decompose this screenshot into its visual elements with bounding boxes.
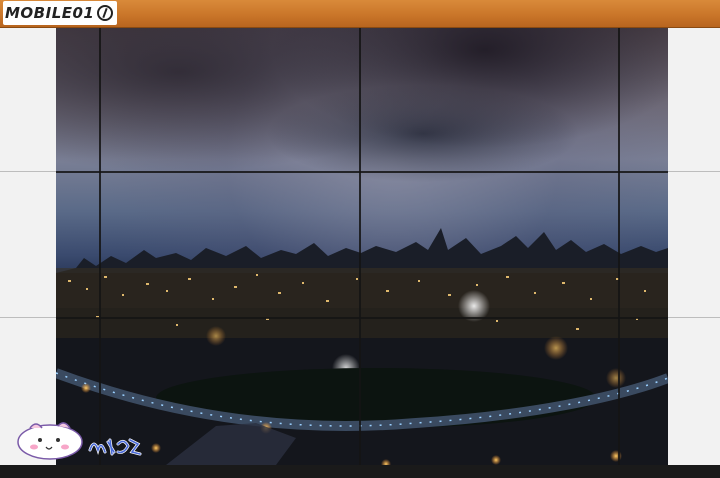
video-wall-screen — [56, 28, 668, 465]
logo-text: MOBILE01 — [5, 4, 95, 22]
photo — [0, 28, 720, 465]
mobile01-logo: MOBILE01 — [3, 1, 118, 25]
screen-bezel — [359, 28, 361, 465]
screen-bezel — [99, 28, 101, 465]
wall-left — [0, 28, 56, 465]
screen-bezel — [56, 171, 668, 173]
wall-seam — [668, 171, 720, 172]
wall-right — [668, 28, 720, 465]
photo-frame: MOBILE01 — [0, 0, 720, 478]
night-sky-clouds — [56, 28, 668, 248]
screen-bezel — [56, 317, 668, 319]
logo-mark-icon — [97, 5, 114, 21]
screen-bezel — [618, 28, 620, 465]
wall-seam — [0, 171, 56, 172]
wall-seam — [0, 317, 56, 318]
wall-seam — [668, 317, 720, 318]
night-city-skyline — [56, 228, 668, 465]
site-header-bar: MOBILE01 — [0, 0, 720, 28]
bottom-border — [0, 465, 720, 478]
watermark-mascot-icon — [17, 422, 142, 460]
